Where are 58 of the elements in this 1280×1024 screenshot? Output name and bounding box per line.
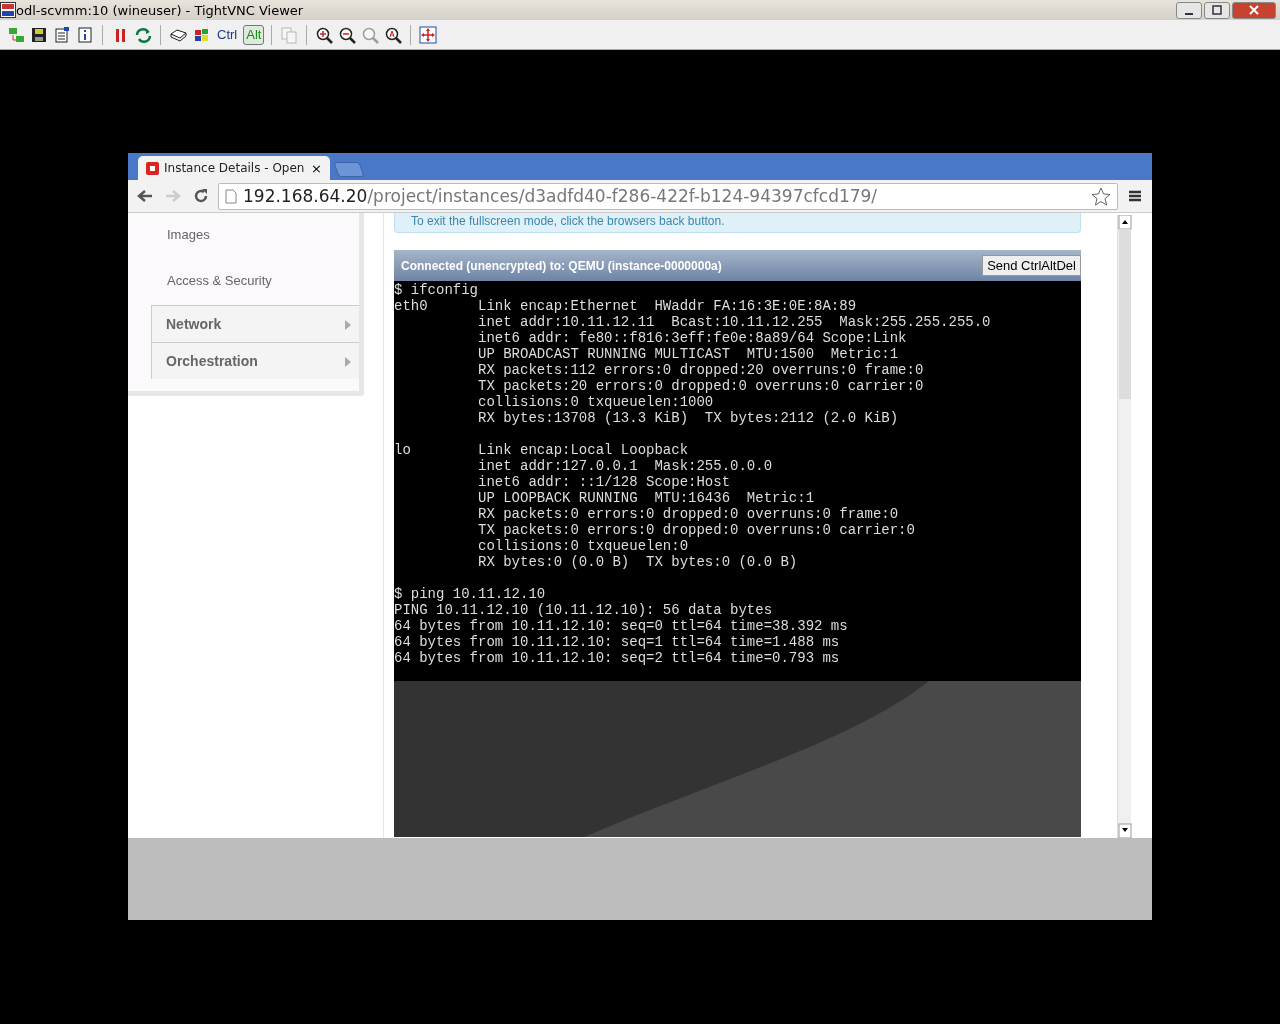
terminal-line: TX packets:0 errors:0 dropped:0 overruns:0 carrier:0 [477,522,916,538]
terminal-line: collisions:0 txqueuelen:1000 [477,394,715,410]
minimize-icon [1185,13,1193,15]
terminal-line: TX packets:20 errors:0 dropped:0 overruns:0 carrier:0 [477,378,925,394]
sidebar-section[interactable]: Network [151,305,359,342]
notice-text: To exit the fullscreen mode, click the browsers back button. [394,213,1081,233]
fullscreen-icon[interactable] [419,25,438,44]
toolbar-toggle-button[interactable]: Alt [243,24,265,45]
back-arrow-icon[interactable] [137,189,153,203]
terminal-line: eth0 Link encap:Ethernet HWaddr FA:16:3E:0E:8A:89 [394,298,858,314]
maximize-button[interactable] [1204,1,1230,19]
zoom-in-icon[interactable] [315,25,334,44]
menu-icon[interactable] [1128,189,1142,203]
terminal-line: inet addr:10.11.12.11 Bcast:10.11.12.255 Mask:255.255.255.0 [477,314,992,330]
zoom-icon[interactable] [384,25,403,44]
favicon-icon [146,161,159,175]
terminal-line: inet addr:127.0.0.1 Mask:255.0.0.0 [477,458,774,474]
terminal-line: inet6 addr: fe80::f816:3eff:fe0e:8a89/64 Scope:Link [477,330,908,346]
address-bar[interactable]: 192.168.64.20/project/instances/d3adfd40-f286-422f-b124-94397cfcd179/ [218,182,1118,210]
terminal-line: lo Link encap:Local Loopback [394,442,690,458]
sidebar-link[interactable]: Images [128,213,359,259]
terminal-line: RX bytes:13708 (13.3 KiB) TX bytes:2112 (2.0 KiB) [477,410,900,426]
sidebar-section[interactable]: Orchestration [151,342,359,379]
toolbar-toggle-button[interactable]: Ctrl [214,24,241,45]
document-icon[interactable] [53,25,71,44]
close-icon [1248,5,1260,15]
terminal-line: $ ping 10.11.12.10 [394,586,547,602]
terminal-line: $ ifconfig [394,282,479,298]
save-icon[interactable] [30,25,48,44]
app-logo-icon [0,2,16,18]
terminal-line: 64 bytes from 10.11.12.10: seq=2 ttl=64 time=0.793 ms [394,650,841,666]
reload-icon[interactable] [193,188,209,204]
connection-icon[interactable] [7,25,25,44]
terminal-line: RX packets:0 errors:0 dropped:0 overruns:0 frame:0 [477,506,900,522]
terminal-line: RX packets:112 errors:0 dropped:20 overruns:0 frame:0 [477,362,925,378]
send-keys-button[interactable]: Send CtrlAltDel [982,255,1081,276]
scrollbar[interactable] [1117,215,1131,838]
refresh-icon[interactable] [134,25,152,44]
sidebar-link[interactable]: Access & Security [128,259,359,305]
star-icon[interactable] [1091,186,1111,206]
zoom-out-icon[interactable] [338,25,357,44]
terminal-line: 64 bytes from 10.11.12.10: seq=0 ttl=64 time=38.392 ms [394,618,849,634]
info-icon[interactable] [76,25,94,44]
tab-close-button[interactable]: × [311,160,322,176]
minimize-button[interactable] [1176,1,1202,19]
terminal-line: PING 10.11.12.10 (10.11.12.10): 56 data bytes [394,602,774,618]
console-status: Connected (unencrypted) to: QEMU (instance-0000000a) [401,258,722,273]
terminal-line: collisions:0 txqueuelen:0 [477,538,690,554]
terminal-line: RX bytes:0 (0.0 B) TX bytes:0 (0.0 B) [477,554,799,570]
close-button[interactable] [1232,1,1276,19]
page-icon [225,188,237,204]
terminal-line: 64 bytes from 10.11.12.10: seq=1 ttl=64 time=1.488 ms [394,634,841,650]
maximize-icon [1212,5,1222,15]
terminal-line: inet6 addr: ::1/128 Scope:Host [477,474,732,490]
terminal-line: UP LOOPBACK RUNNING MTU:16436 Metric:1 [477,490,816,506]
window-title: odl-scvmm:10 (wineuser) - TightVNC Viewer [16,2,304,18]
terminal-line: UP BROADCAST RUNNING MULTICAST MTU:1500 Metric:1 [477,346,900,362]
browser-tab[interactable]: Instance Details - Open × [138,156,330,180]
